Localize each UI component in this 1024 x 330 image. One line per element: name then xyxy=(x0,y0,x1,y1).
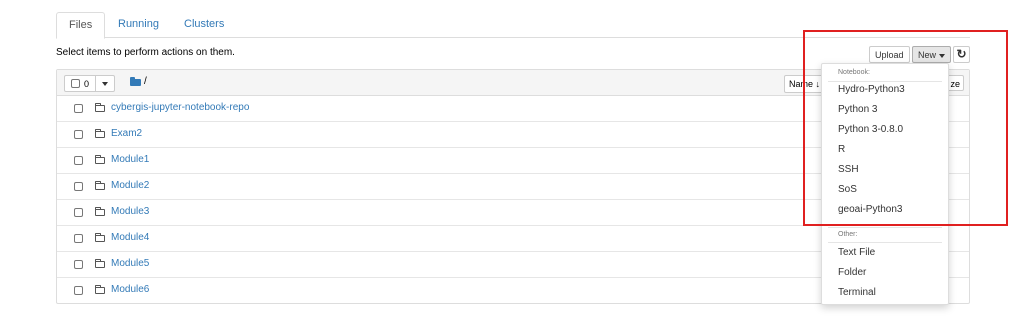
folder-link[interactable]: Module3 xyxy=(111,206,149,217)
folder-link[interactable]: Module6 xyxy=(111,284,149,295)
new-other-item[interactable]: Terminal xyxy=(838,287,876,298)
selection-notice: Select items to perform actions on them. xyxy=(56,47,235,58)
tab-running[interactable]: Running xyxy=(106,12,171,36)
row-checkbox[interactable] xyxy=(74,156,83,165)
folder-link[interactable]: Module2 xyxy=(111,180,149,191)
new-other-item[interactable]: Text File xyxy=(838,247,875,258)
folder-link[interactable]: Exam2 xyxy=(111,128,142,139)
select-all-control[interactable]: 0 xyxy=(64,75,116,92)
folder-icon xyxy=(95,181,105,190)
folder-link[interactable]: Module5 xyxy=(111,258,149,269)
caret-down-icon xyxy=(102,81,109,86)
folder-icon xyxy=(95,155,105,164)
row-checkbox[interactable] xyxy=(74,208,83,217)
select-all-checkbox[interactable] xyxy=(71,79,80,88)
selected-count: 0 xyxy=(84,78,90,89)
row-checkbox[interactable] xyxy=(74,104,83,113)
row-checkbox[interactable] xyxy=(74,286,83,295)
folder-icon xyxy=(95,129,105,138)
folder-icon xyxy=(95,285,105,294)
menu-divider xyxy=(828,227,942,228)
highlight-box xyxy=(803,30,1008,226)
folder-icon xyxy=(95,259,105,268)
row-checkbox[interactable] xyxy=(74,260,83,269)
folder-icon xyxy=(95,103,105,112)
folder-icon xyxy=(95,207,105,216)
folder-link[interactable]: Module4 xyxy=(111,232,149,243)
other-section-header: Other: xyxy=(838,231,858,238)
row-checkbox[interactable] xyxy=(74,130,83,139)
folder-link[interactable]: cybergis-jupyter-notebook-repo xyxy=(111,102,249,113)
row-checkbox[interactable] xyxy=(74,182,83,191)
tab-clusters[interactable]: Clusters xyxy=(172,12,236,36)
breadcrumb[interactable]: / xyxy=(144,76,147,87)
new-other-item[interactable]: Folder xyxy=(838,267,866,278)
folder-link[interactable]: Module1 xyxy=(111,154,149,165)
folder-icon xyxy=(95,233,105,242)
folder-icon[interactable] xyxy=(130,77,141,86)
menu-divider xyxy=(828,242,942,243)
select-menu-toggle[interactable] xyxy=(95,76,114,91)
tab-files[interactable]: Files xyxy=(56,12,106,39)
row-checkbox[interactable] xyxy=(74,234,83,243)
